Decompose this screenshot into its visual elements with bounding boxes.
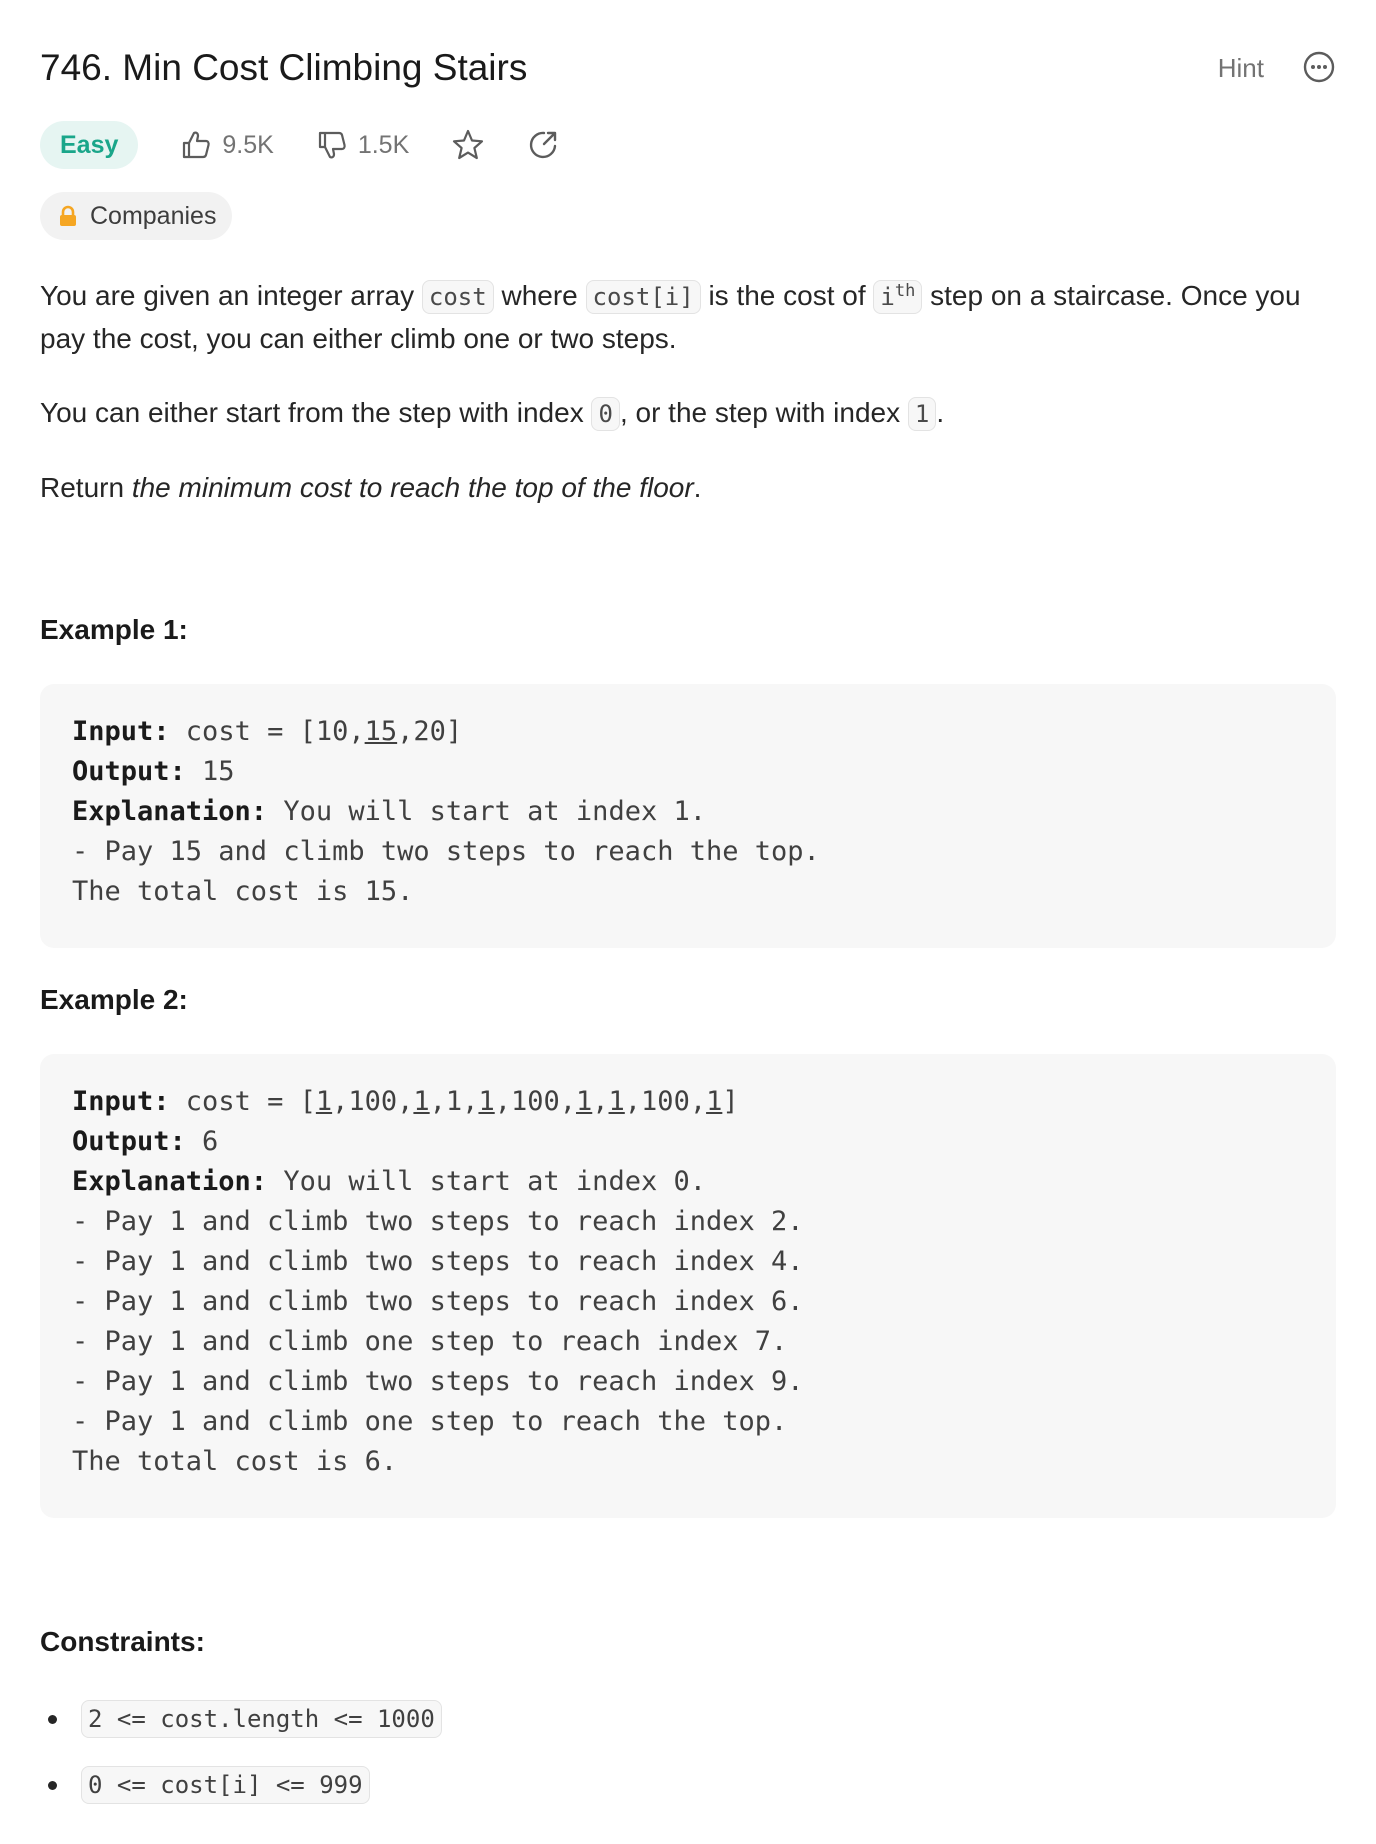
companies-tag[interactable]: Companies [40, 192, 233, 240]
constraint-code: 0 <= cost[i] <= 999 [81, 1766, 370, 1804]
description-paragraph-1: You are given an integer array cost wher… [40, 280, 1301, 354]
example-2-input-part: 1 [478, 1086, 495, 1117]
example-2-line: - Pay 1 and climb two steps to reach ind… [72, 1286, 804, 1317]
example-2-input-part: ] [722, 1086, 739, 1117]
example-2-input-part: ,100, [332, 1086, 414, 1117]
example-2-input-part: ,100, [624, 1086, 707, 1117]
example-2-input-part: 1 [315, 1086, 333, 1117]
share-button[interactable] [527, 129, 559, 161]
example-2-line: - Pay 1 and climb two steps to reach ind… [72, 1206, 804, 1237]
inline-code: cost[i] [585, 280, 701, 314]
dislike-count: 1.5K [357, 130, 410, 159]
example-2-line: The total cost is 6. [72, 1446, 398, 1477]
bullet [48, 1714, 57, 1724]
share-icon [530, 131, 557, 159]
example-2-input-part: ,100, [494, 1086, 576, 1117]
inline-code: cost [421, 280, 494, 314]
problem-page: 746. Min Cost Climbing Stairs Hint Easy … [0, 0, 1376, 1844]
like-button[interactable]: 9.5K [180, 129, 274, 161]
constraint-item: 2 <= cost.length <= 1000 [40, 1700, 442, 1738]
problem-title[interactable]: 746. Min Cost Climbing Stairs [40, 44, 527, 92]
example-1-line: - Pay 15 and climb two steps to reach th… [72, 836, 820, 867]
dislike-button[interactable]: 1.5K [316, 129, 409, 161]
example-2-title: Example 2: [40, 984, 188, 1015]
companies-label: Companies [90, 201, 217, 230]
example-1-block: Input: cost = [10,15,20] Output: 15 Expl… [40, 684, 1336, 948]
example-2-block: Input: cost = [1,100,1,1,1,100,1,1,100,1… [40, 1054, 1336, 1518]
star-icon [453, 129, 484, 160]
example-1-line: The total cost is 15. [72, 876, 414, 907]
inline-code: 1 [907, 397, 937, 431]
inline-code: ith [873, 280, 923, 314]
bullet [48, 1780, 57, 1790]
lock-icon [60, 205, 76, 226]
example-2-input-part: 1 [413, 1086, 430, 1117]
constraint-item: 0 <= cost[i] <= 999 [40, 1766, 370, 1804]
more-options-button[interactable] [1302, 50, 1336, 84]
more-icon [1303, 51, 1335, 83]
example-2-line: - Pay 1 and climb two steps to reach ind… [72, 1366, 804, 1397]
description-paragraph-2: You can either start from the step with … [40, 392, 1336, 435]
example-2-line: - Pay 1 and climb one step to reach the … [72, 1406, 788, 1437]
constraints-title: Constraints: [40, 1626, 205, 1657]
example-2-input-part: ,1, [429, 1086, 479, 1117]
example-2-input-part: 1 [706, 1086, 723, 1117]
meta-row: Easy 9.5K 1.5K [40, 120, 559, 170]
difficulty-badge: Easy [40, 121, 139, 169]
inline-code: 0 [591, 397, 620, 431]
problem-description: You are given an integer array cost wher… [40, 270, 1336, 541]
favorite-button[interactable] [451, 128, 485, 162]
hint-button[interactable]: Hint [1218, 52, 1264, 84]
title-row: 746. Min Cost Climbing Stairs Hint [40, 44, 1336, 94]
example-2-line: - Pay 1 and climb two steps to reach ind… [72, 1246, 804, 1277]
description-paragraph-3: Return the minimum cost to reach the top… [40, 472, 702, 503]
example-2-input-part: 1 [576, 1086, 593, 1117]
example-1-title: Example 1: [40, 614, 188, 645]
example-2-input-part: , [592, 1086, 609, 1117]
thumbs-up-icon [183, 131, 211, 159]
example-2-input-part: cost = [ [169, 1086, 316, 1117]
constraint-code: 2 <= cost.length <= 1000 [81, 1700, 442, 1738]
thumbs-down-icon [318, 131, 346, 159]
example-2-input-part: 1 [608, 1086, 625, 1117]
like-count: 9.5K [222, 130, 274, 159]
example-2-line: - Pay 1 and climb one step to reach inde… [72, 1326, 788, 1357]
